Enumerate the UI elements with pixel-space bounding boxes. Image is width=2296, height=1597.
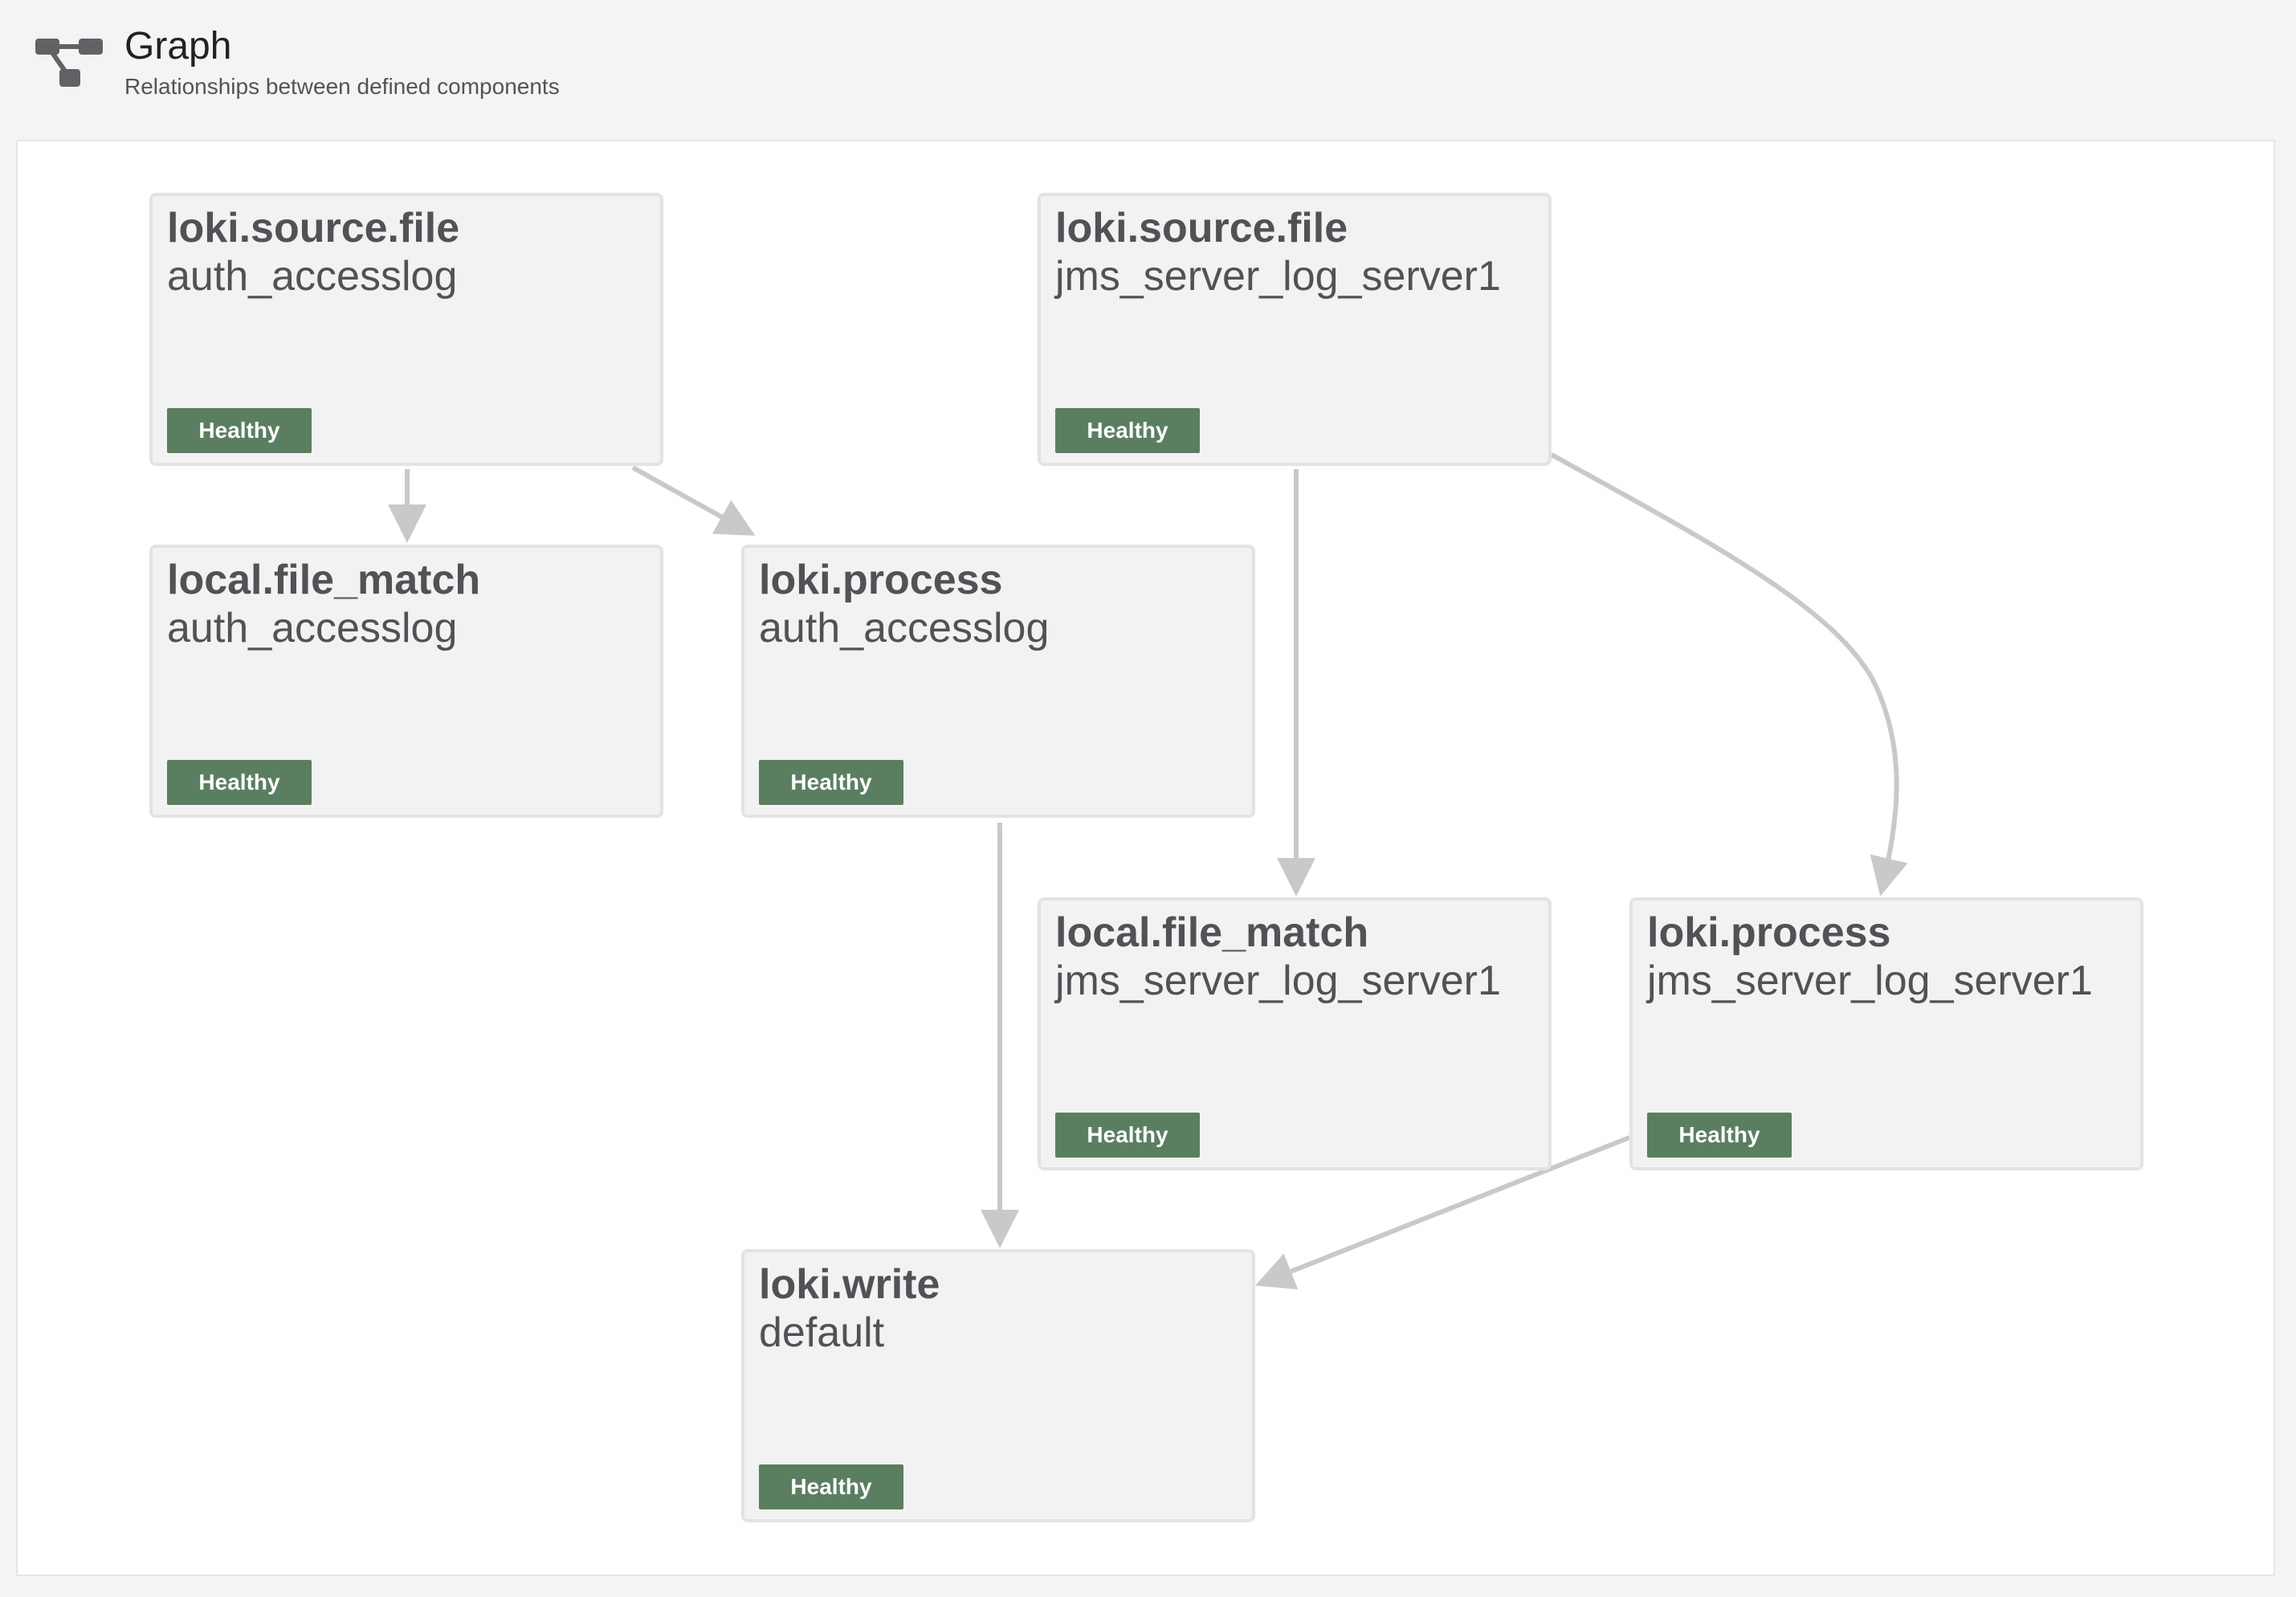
node-type: loki.source.file	[167, 205, 460, 251]
node-type: loki.source.file	[1055, 205, 1348, 251]
node-label: jms_server_log_server1	[1055, 958, 1501, 1004]
graph-canvas[interactable]: loki.source.file auth_accesslog Healthy …	[16, 140, 2275, 1576]
node-label: jms_server_log_server1	[1055, 253, 1501, 300]
node-loki-source-file-jms-server-log-server1[interactable]: loki.source.file jms_server_log_server1 …	[1038, 193, 1552, 466]
node-label: auth_accesslog	[759, 605, 1050, 651]
node-type: loki.process	[1647, 909, 1891, 956]
node-loki-process-auth-accesslog[interactable]: loki.process auth_accesslog Healthy	[741, 545, 1255, 818]
node-type: local.file_match	[1055, 909, 1369, 956]
node-label: default	[759, 1309, 885, 1356]
node-loki-write-default[interactable]: loki.write default Healthy	[741, 1249, 1255, 1522]
node-label: auth_accesslog	[167, 605, 458, 651]
node-loki-source-file-auth-accesslog[interactable]: loki.source.file auth_accesslog Healthy	[149, 193, 663, 466]
page-header: Graph Relationships between defined comp…	[0, 0, 2296, 140]
health-badge: Healthy	[167, 408, 312, 453]
health-badge: Healthy	[1647, 1113, 1792, 1158]
node-type: loki.write	[759, 1261, 940, 1308]
node-type: local.file_match	[167, 557, 481, 603]
page-title: Graph	[124, 25, 232, 67]
health-badge: Healthy	[167, 760, 312, 805]
node-loki-process-jms-server-log-server1[interactable]: loki.process jms_server_log_server1 Heal…	[1629, 897, 2143, 1170]
graph-icon	[35, 39, 103, 87]
node-local-file-match-jms-server-log-server1[interactable]: local.file_match jms_server_log_server1 …	[1038, 897, 1552, 1170]
node-label: auth_accesslog	[167, 253, 458, 300]
node-type: loki.process	[759, 557, 1003, 603]
health-badge: Healthy	[1055, 408, 1200, 453]
node-local-file-match-auth-accesslog[interactable]: local.file_match auth_accesslog Healthy	[149, 545, 663, 818]
health-badge: Healthy	[759, 760, 903, 805]
edge-source-auth-to-process-auth	[631, 465, 756, 536]
node-label: jms_server_log_server1	[1647, 958, 2093, 1004]
page-subtitle: Relationships between defined components	[124, 74, 560, 99]
health-badge: Healthy	[1055, 1113, 1200, 1158]
health-badge: Healthy	[759, 1464, 903, 1509]
edge-source-jms-to-process-jms	[1550, 452, 1908, 897]
